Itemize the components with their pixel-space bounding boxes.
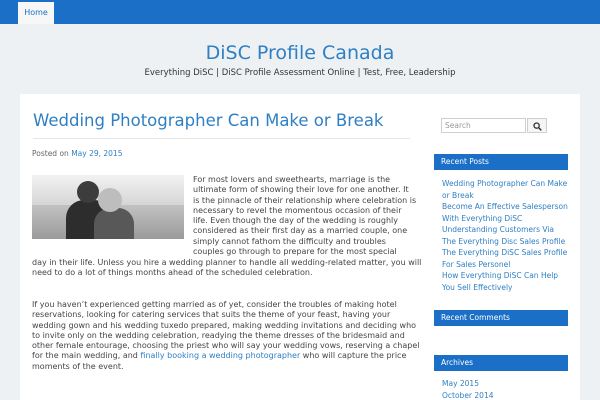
paragraph-line: If you haven’t experienced getting marri… [32, 300, 397, 309]
recent-post-link[interactable]: How Everything DiSC Can Help [442, 270, 558, 282]
recent-post-link[interactable]: For Sales Personel [442, 259, 510, 271]
recent-post-link[interactable]: or Break [442, 190, 474, 202]
content-area: Wedding Photographer Can Make or Break P… [20, 94, 580, 400]
paragraph-line: moments of the event. [32, 361, 124, 371]
paragraph-line: simply cannot fathom the difficulty and … [193, 236, 386, 246]
search-input[interactable]: Search [441, 118, 526, 133]
recent-post-link[interactable]: With Everything DiSC [442, 213, 522, 225]
site-description: Everything DiSC | DiSC Profile Assessmen… [144, 68, 456, 78]
paragraph-line: day in their life. Unless you hire a wed… [32, 258, 422, 267]
text-segment: who will capture the price [300, 351, 407, 361]
recent-comments-heading: Recent Comments [434, 310, 568, 326]
top-navigation-bar: Home [0, 0, 600, 24]
paragraph-line: ultimate form of showing their love for … [193, 185, 409, 195]
archive-link[interactable]: October 2014 [442, 390, 494, 400]
paragraph-line: For most lovers and sweethearts, marriag… [193, 175, 391, 184]
recent-post-link[interactable]: The Everything Disc Sales Profile [442, 236, 565, 248]
recent-posts-heading: Recent Posts [434, 154, 568, 170]
recent-post-link[interactable]: Become An Effective Salesperson [442, 201, 568, 213]
paragraph-line: wedding gown and his wedding tuxedo prep… [32, 320, 417, 330]
recent-post-link[interactable]: The Everything DiSC Sales Profile [442, 247, 567, 259]
paragraph-line: life. Even though the day of the wedding… [193, 216, 398, 226]
title-divider [33, 138, 410, 139]
recent-post-link[interactable]: Wedding Photographer Can Make [442, 178, 567, 190]
magnifier-icon [533, 122, 542, 131]
recent-post-link[interactable]: Understanding Customers Via [442, 224, 554, 236]
archives-heading: Archives [434, 355, 568, 371]
post-featured-image [32, 175, 184, 239]
paragraph-line: considered as their first day as a marri… [193, 226, 408, 236]
post-paragraph-1-full: day in their life. Unless you hire a wed… [32, 258, 421, 279]
post-paragraph-1-wrapped: For most lovers and sweethearts, marriag… [193, 175, 416, 257]
paragraph-line: to invite only on the wedding celebratio… [32, 330, 405, 340]
paragraph-line: couples go through to prepare for the mo… [193, 247, 397, 257]
site-title[interactable]: DiSC Profile Canada [0, 42, 600, 64]
paragraph-line: is the pinnacle of their relationship wh… [193, 195, 417, 205]
nav-home-link[interactable]: Home [18, 2, 54, 24]
post-paragraph-2: If you haven’t experienced getting marri… [32, 300, 419, 372]
post-date-link[interactable]: May 29, 2015 [71, 149, 122, 158]
posted-on-label: Posted on [32, 149, 69, 158]
post-meta: Posted on May 29, 2015 [32, 149, 122, 158]
paragraph-line: necessary to revel the momentous occasio… [193, 205, 402, 215]
post-title[interactable]: Wedding Photographer Can Make or Break [33, 111, 383, 130]
paragraph-line: need to do a lot of things months ahead … [32, 268, 313, 278]
archive-link[interactable]: May 2015 [442, 378, 479, 390]
paragraph-line: reservations, looking for catering servi… [32, 310, 391, 320]
paragraph-line: other female entourage, choosing the pri… [32, 341, 420, 351]
photographer-link[interactable]: finally booking a wedding photographer [140, 351, 300, 360]
recent-post-link[interactable]: You Sell Effectively [442, 282, 512, 294]
search-button[interactable] [527, 118, 547, 133]
text-segment: for the main wedding, and [32, 351, 141, 361]
paragraph-line: for the main wedding, and finally bookin… [32, 351, 419, 361]
